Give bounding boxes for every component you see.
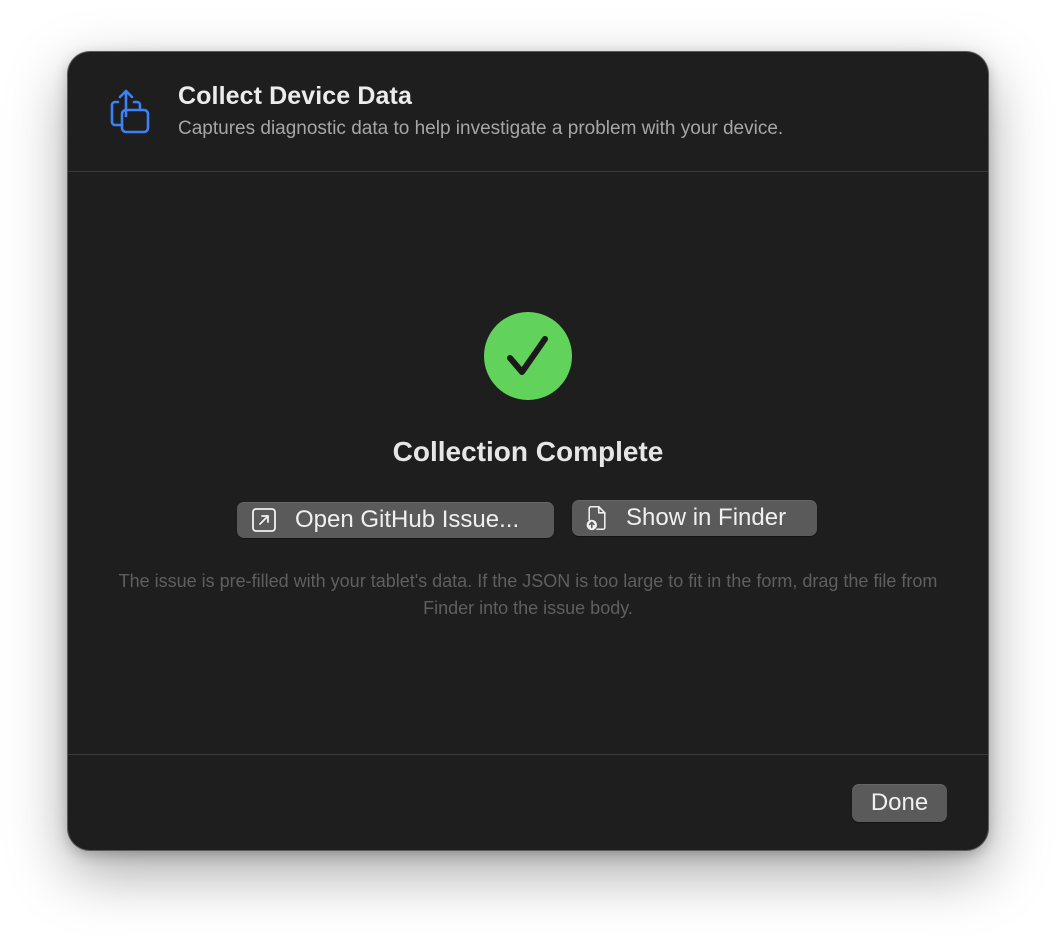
dialog-header: Collect Device Data Captures diagnostic …: [68, 52, 988, 170]
open-github-issue-label: Open GitHub Issue...: [295, 506, 520, 533]
collect-device-data-dialog: Collect Device Data Captures diagnostic …: [68, 52, 988, 850]
dialog-subtitle: Captures diagnostic data to help investi…: [178, 118, 784, 139]
show-in-finder-button[interactable]: Show in Finder: [572, 500, 817, 536]
show-in-finder-label: Show in Finder: [626, 504, 787, 531]
external-link-icon: [252, 508, 276, 532]
header-divider: [68, 171, 988, 172]
footer-divider: [68, 754, 988, 755]
checkmark-circle-icon: [484, 312, 572, 400]
open-github-issue-button[interactable]: Open GitHub Issue...: [237, 502, 554, 538]
help-text: The issue is pre-filled with your tablet…: [118, 571, 938, 618]
status-title: Collection Complete: [392, 436, 664, 467]
done-button[interactable]: Done: [852, 784, 947, 822]
document-arrow-icon: [586, 505, 606, 531]
share-stack-icon: [110, 89, 150, 134]
dialog-title: Collect Device Data: [178, 82, 412, 110]
